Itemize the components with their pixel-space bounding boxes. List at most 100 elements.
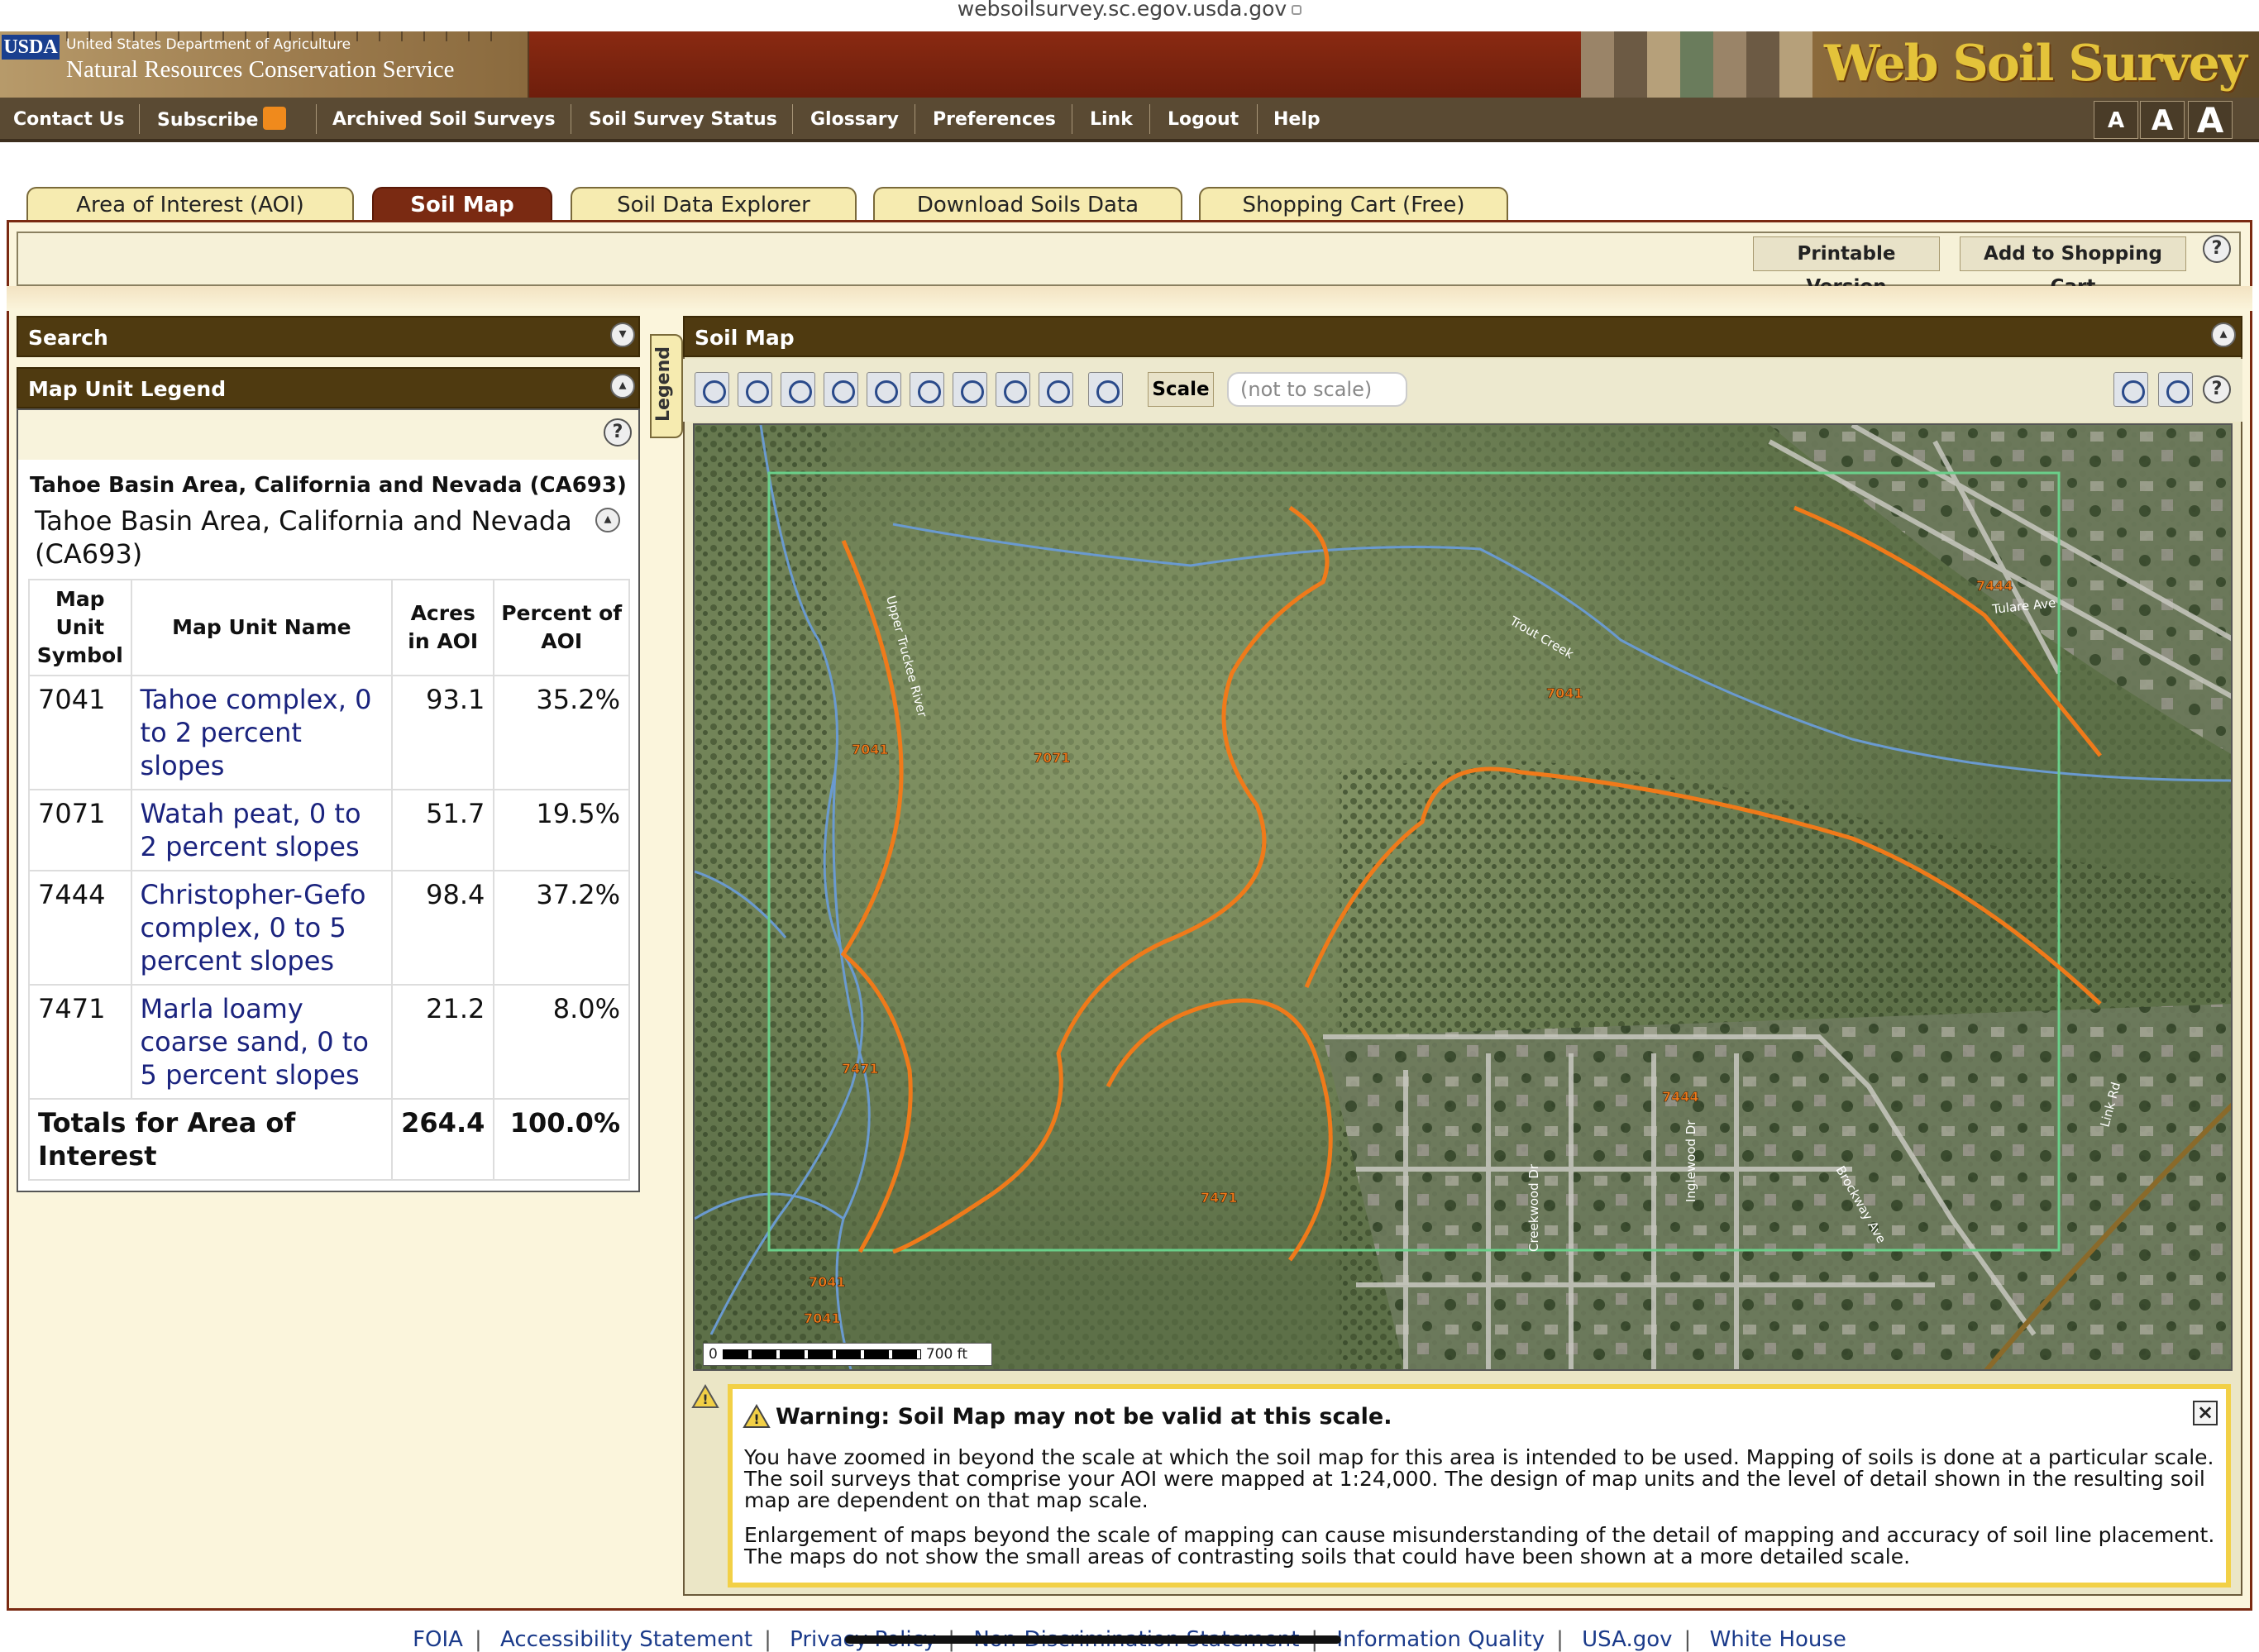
nav-separator xyxy=(316,104,317,134)
soil-map-canvas[interactable]: 7041 7071 7041 7444 7444 7471 7471 7041 … xyxy=(693,423,2233,1371)
footer-link-usa-gov[interactable]: USA.gov xyxy=(1582,1627,1672,1652)
home-indicator[interactable] xyxy=(845,1635,1341,1644)
site-banner: USDA United States Department of Agricul… xyxy=(0,31,2259,98)
footer-links: FOIA| Accessibility Statement| Privacy P… xyxy=(0,1614,2259,1652)
measure-ruler-icon[interactable] xyxy=(1039,372,1073,407)
search-panel-header[interactable]: Search xyxy=(17,316,640,357)
nav-contact-us[interactable]: Contact Us xyxy=(13,109,124,130)
nav-separator xyxy=(1257,104,1258,134)
lock-icon xyxy=(1292,5,1302,15)
previous-extent-icon[interactable] xyxy=(910,372,944,407)
add-to-shopping-cart-button[interactable]: Add to Shopping Cart xyxy=(1960,236,2186,298)
acres-value: 98.4 xyxy=(391,870,495,986)
map-unit-name-link[interactable]: Tahoe complex, 0 to 2 percent slopes xyxy=(130,675,394,790)
soil-photos-strip xyxy=(1581,31,1812,98)
nav-glossary[interactable]: Glossary xyxy=(810,109,899,130)
zoom-in-icon[interactable] xyxy=(695,372,729,407)
footer-link-white-house[interactable]: White House xyxy=(1710,1627,1846,1652)
nav-link[interactable]: Link xyxy=(1090,109,1133,130)
nav-help[interactable]: Help xyxy=(1273,109,1321,130)
map-label-creekwood-dr: Creekwood Dr xyxy=(1526,1163,1541,1252)
acres-value: 51.7 xyxy=(391,789,495,871)
footer-link-accessibility[interactable]: Accessibility Statement xyxy=(500,1627,752,1652)
address-bar[interactable]: websoilsurvey.sc.egov.usda.gov xyxy=(0,0,2259,31)
scale-label: Scale xyxy=(1148,372,1214,407)
nav-preferences[interactable]: Preferences xyxy=(933,109,1056,130)
printable-version-button[interactable]: Printable Version xyxy=(1753,236,1940,298)
svg-text:!: ! xyxy=(753,1411,759,1427)
percent-value: 8.0% xyxy=(493,984,630,1100)
legend-tab-label: Legend xyxy=(653,346,674,422)
pan-hand-icon[interactable] xyxy=(781,372,815,407)
map-scale-bar: 0 700 ft xyxy=(703,1343,992,1366)
nav-separator xyxy=(1149,104,1150,134)
expand-search-icon[interactable]: ▾ xyxy=(610,322,635,347)
table-header-row: Map Unit Symbol Map Unit Name Acres in A… xyxy=(28,579,630,676)
map-svg: 7041 7071 7041 7444 7444 7471 7471 7041 … xyxy=(695,425,2231,1369)
legend-help-icon[interactable]: ? xyxy=(604,418,632,446)
tab-shopping-cart[interactable]: Shopping Cart (Free) xyxy=(1199,187,1508,222)
collapse-legend-icon[interactable]: ▴ xyxy=(610,374,635,399)
legend-side-tab[interactable]: Legend xyxy=(650,334,683,438)
zoom-to-aoi-icon[interactable] xyxy=(867,372,901,407)
footer-separator: | xyxy=(1556,1627,1564,1652)
nav-logout[interactable]: Logout xyxy=(1168,109,1239,130)
warning-paragraph-1: You have zoomed in beyond the scale at w… xyxy=(744,1445,2214,1512)
map-unit-name-link[interactable]: Watah peat, 0 to 2 percent slopes xyxy=(130,789,394,871)
nav-subscribe[interactable]: Subscribe xyxy=(157,107,287,132)
map-unit-legend-table: Map Unit Symbol Map Unit Name Acres in A… xyxy=(27,579,630,1181)
app-title: Web Soil Survey xyxy=(1824,35,2247,93)
layers-legend-icon[interactable] xyxy=(2113,372,2148,407)
totals-percent: 100.0% xyxy=(493,1098,630,1181)
department-name: United States Department of Agriculture xyxy=(66,36,351,53)
map-label-7444: 7444 xyxy=(1976,578,2013,594)
text-size-small[interactable]: A xyxy=(2094,101,2138,139)
map-label-7041: 7041 xyxy=(1546,685,1583,701)
usda-badge: USDA xyxy=(2,35,60,60)
percent-value: 35.2% xyxy=(493,675,630,790)
soil-map-title: Soil Map xyxy=(695,326,795,350)
totals-label: Totals for Area of Interest xyxy=(27,1098,394,1181)
map-help-icon[interactable]: ? xyxy=(2203,375,2231,403)
col-map-unit-symbol: Map Unit Symbol xyxy=(28,579,132,676)
footer-link-information-quality[interactable]: Information Quality xyxy=(1336,1627,1545,1652)
map-label-7071: 7071 xyxy=(1034,750,1071,766)
rss-icon xyxy=(263,107,287,130)
warning-icon: ! xyxy=(743,1404,771,1428)
collapse-map-icon[interactable]: ▴ xyxy=(2211,322,2236,347)
tab-download-soils-data[interactable]: Download Soils Data xyxy=(873,187,1182,222)
text-size-medium[interactable]: A xyxy=(2140,101,2185,139)
usda-logo[interactable]: USDA United States Department of Agricul… xyxy=(0,31,529,98)
nav-archived-soil-surveys[interactable]: Archived Soil Surveys xyxy=(332,109,556,130)
tab-area-of-interest[interactable]: Area of Interest (AOI) xyxy=(26,187,354,222)
warning-collapse-icon[interactable]: ! xyxy=(691,1384,719,1409)
nav-soil-survey-status[interactable]: Soil Survey Status xyxy=(589,109,777,130)
overview-map-icon[interactable] xyxy=(2158,372,2193,407)
zoom-out-icon[interactable] xyxy=(738,372,772,407)
soil-map-header: Soil Map xyxy=(683,316,2242,357)
tab-soil-data-explorer[interactable]: Soil Data Explorer xyxy=(571,187,857,222)
next-extent-icon[interactable] xyxy=(953,372,987,407)
collapse-survey-icon[interactable]: ▴ xyxy=(595,508,620,532)
scale-select[interactable]: (not to scale) xyxy=(1227,372,1407,407)
map-label-7041: 7041 xyxy=(852,742,889,757)
map-unit-name-link[interactable]: Marla loamy coarse sand, 0 to 5 percent … xyxy=(130,984,394,1100)
tab-soil-map[interactable]: Soil Map xyxy=(372,187,552,222)
totals-row: Totals for Area of Interest 264.4 100.0% xyxy=(27,1098,630,1181)
web-soil-survey-logo[interactable]: Web Soil Survey xyxy=(1812,31,2259,98)
map-unit-name-link[interactable]: Christopher-Gefo complex, 0 to 5 percent… xyxy=(130,870,394,986)
search-panel-title: Search xyxy=(28,326,108,350)
col-percent-of-aoi: Percent of AOI xyxy=(493,579,630,676)
identify-info-icon[interactable] xyxy=(996,372,1030,407)
map-unit-symbol: 7071 xyxy=(28,789,132,871)
text-size-large[interactable]: A xyxy=(2188,101,2233,140)
full-extent-globe-icon[interactable] xyxy=(824,372,858,407)
scalebar-graphic xyxy=(722,1349,921,1359)
percent-value: 19.5% xyxy=(493,789,630,871)
legend-panel-header[interactable]: Map Unit Legend xyxy=(17,367,640,408)
clear-selection-icon[interactable] xyxy=(1088,372,1123,407)
help-icon[interactable]: ? xyxy=(2203,235,2231,263)
map-label-7471: 7471 xyxy=(1201,1190,1238,1206)
footer-link-foia[interactable]: FOIA xyxy=(413,1627,463,1652)
close-warning-icon[interactable]: × xyxy=(2193,1401,2218,1425)
